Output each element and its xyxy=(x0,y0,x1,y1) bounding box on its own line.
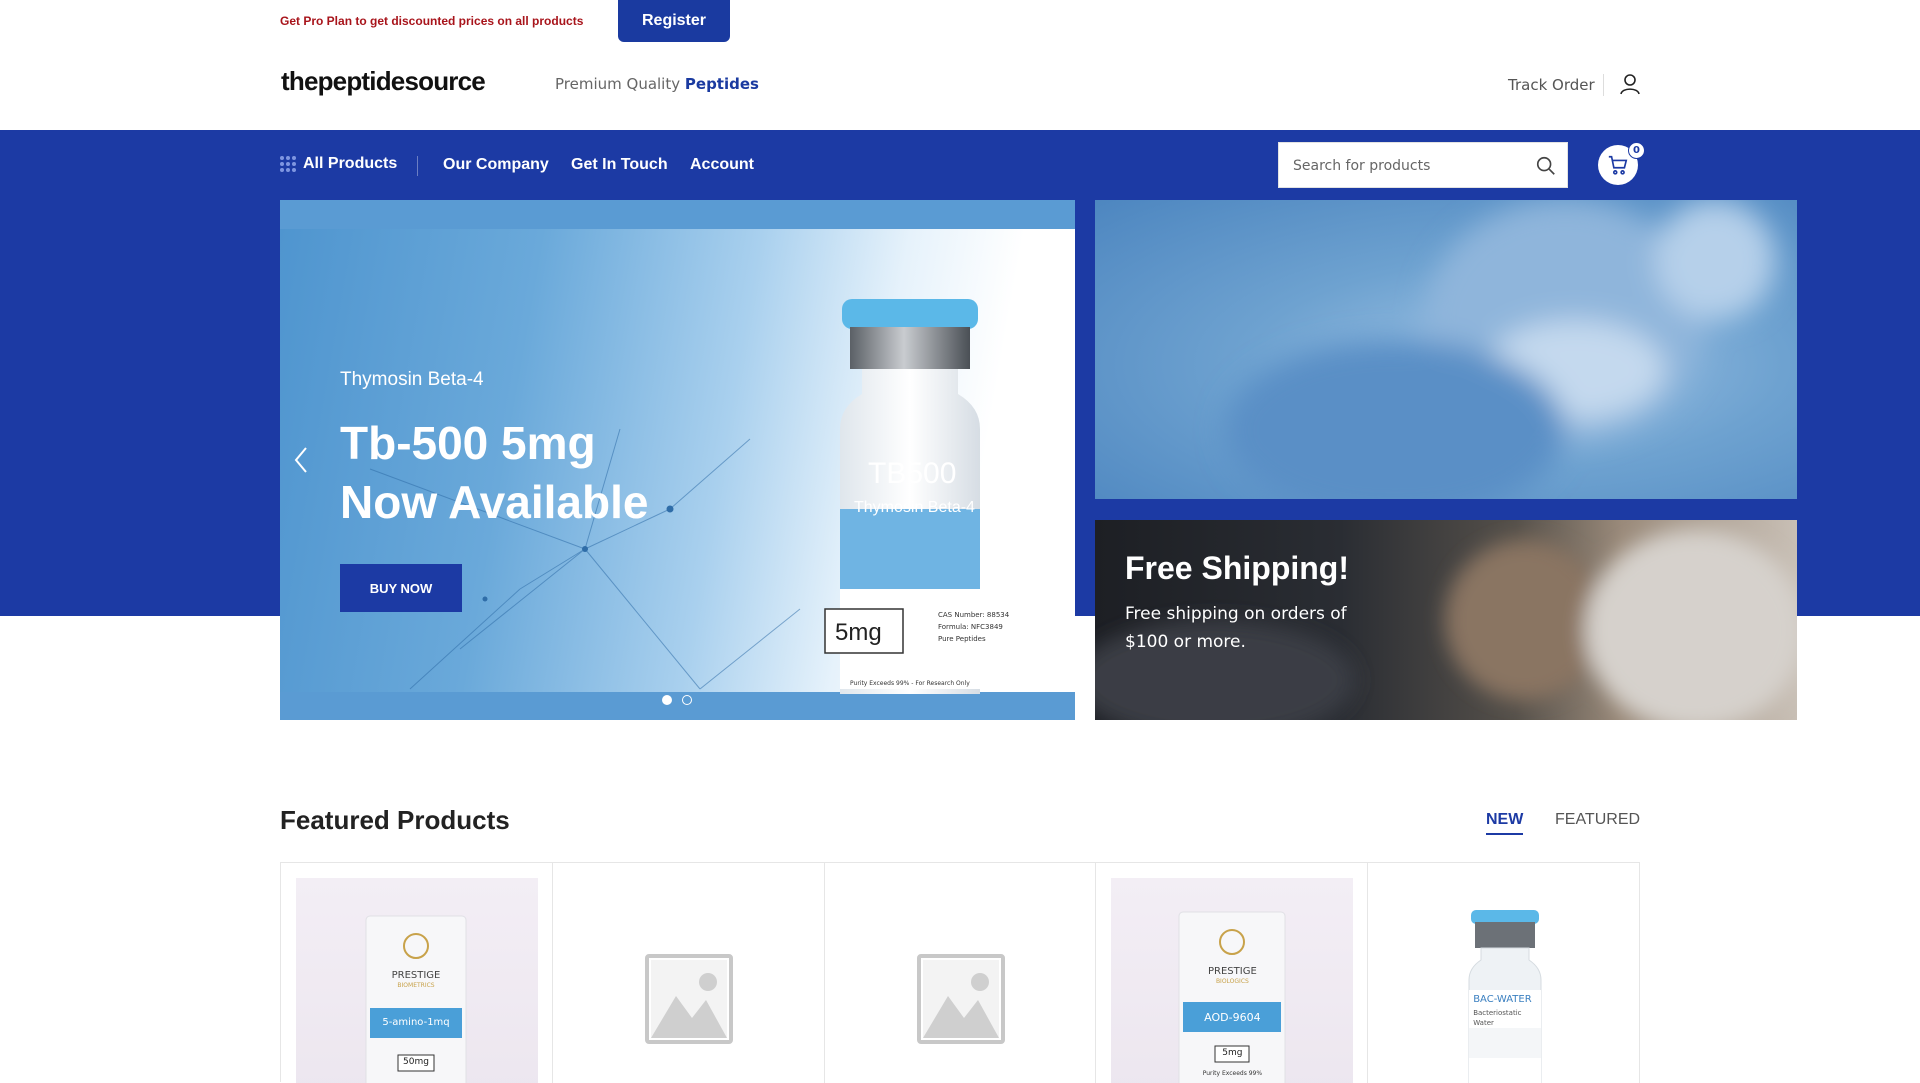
slider-prev-arrow-icon[interactable] xyxy=(292,445,312,475)
hero-subtitle: Thymosin Beta-4 xyxy=(340,369,484,390)
product-card[interactable] xyxy=(553,863,825,1083)
product-image: BAC-WATER Bacteriostatic Water xyxy=(1383,878,1625,1083)
promo-bar: Get Pro Plan to get discounted prices on… xyxy=(280,0,730,42)
featured-products-title: Featured Products xyxy=(280,805,510,835)
nav-get-in-touch[interactable]: Get In Touch xyxy=(571,156,668,174)
nav-account[interactable]: Account xyxy=(690,156,754,174)
product-brand-sub: BIOLOGICS xyxy=(1215,978,1249,985)
product-brand: PRESTIGE xyxy=(391,970,441,981)
product-label: BAC-WATER xyxy=(1473,994,1532,1005)
search-input[interactable] xyxy=(1293,156,1523,176)
slider-dot-1[interactable] xyxy=(662,695,672,705)
product-card[interactable]: PRESTIGE BIOLOGICS AOD-9604 5mg Purity E… xyxy=(1096,863,1369,1083)
product-grid: PRESTIGE BIOMETRICS 5-amino-1mq 50mg PRE… xyxy=(280,862,1640,1083)
shipping-title: Free Shipping! xyxy=(1125,550,1349,586)
buy-now-button[interactable]: BUY NOW xyxy=(340,564,462,612)
product-card[interactable]: BAC-WATER Bacteriostatic Water xyxy=(1368,863,1640,1083)
grid-dots-icon xyxy=(280,156,296,172)
vial-footer: Purity Exceeds 99% - For Research Only xyxy=(850,680,970,687)
nav-our-company[interactable]: Our Company xyxy=(443,156,549,174)
vial-brand-note: Pure Peptides xyxy=(938,635,986,643)
product-brand: PRESTIGE xyxy=(1208,966,1257,977)
register-button[interactable]: Register xyxy=(618,0,730,42)
track-order-link[interactable]: Track Order xyxy=(1508,76,1595,94)
image-placeholder-icon xyxy=(916,954,1005,1044)
product-label: 5-amino-1mq xyxy=(382,1017,450,1028)
image-placeholder-icon xyxy=(644,954,733,1044)
product-dose: 5mg xyxy=(1222,1048,1243,1058)
vial-name: TB500 xyxy=(868,457,957,490)
slider-pagination xyxy=(662,695,692,705)
hero-title-line2: Now Available xyxy=(340,476,649,528)
product-dose: 50mg xyxy=(403,1057,429,1067)
product-card[interactable] xyxy=(825,863,1097,1083)
vial-subname: Thymosin Beta-4 xyxy=(854,499,975,516)
user-account-icon[interactable] xyxy=(1618,72,1642,96)
hero-slide: Thymosin Beta-4 Tb-500 5mg Now Available… xyxy=(280,229,1075,694)
vial-specs: CAS Number: 88534 Formula: NFC3849 Pure … xyxy=(938,609,1009,645)
product-brand-sub: BIOMETRICS xyxy=(397,982,435,989)
hero-slider: Thymosin Beta-4 Tb-500 5mg Now Available… xyxy=(280,200,1075,720)
product-sub: Bacteriostatic Water xyxy=(1473,1009,1522,1027)
tab-new[interactable]: NEW xyxy=(1486,811,1524,835)
header-divider xyxy=(1603,74,1604,96)
product-image: PRESTIGE BIOLOGICS AOD-9604 5mg Purity E… xyxy=(1111,878,1354,1083)
vial-formula: Formula: NFC3849 xyxy=(938,623,1003,631)
search-icon[interactable] xyxy=(1535,155,1557,177)
shipping-text: Free shipping on orders of $100 or more. xyxy=(1125,604,1347,652)
slider-dot-2[interactable] xyxy=(682,695,692,705)
product-image: PRESTIGE BIOMETRICS 5-amino-1mq 50mg xyxy=(296,878,538,1083)
product-footer: Purity Exceeds 99% xyxy=(1202,1070,1263,1077)
vial-dose: 5mg xyxy=(835,619,882,646)
product-label: AOD-9604 xyxy=(1204,1011,1261,1024)
site-logo[interactable]: thepeptidesource xyxy=(281,66,486,97)
all-products-menu[interactable]: All Products xyxy=(280,155,397,173)
product-card[interactable]: PRESTIGE BIOMETRICS 5-amino-1mq 50mg xyxy=(281,863,553,1083)
all-products-label: All Products xyxy=(303,155,398,172)
scientist-image xyxy=(1225,200,1775,499)
nav-divider xyxy=(417,156,418,176)
tagline-highlight: Peptides xyxy=(684,75,759,93)
cart-count-badge: 0 xyxy=(1628,142,1645,159)
tab-featured[interactable]: FEATURED xyxy=(1555,811,1640,829)
free-shipping-banner[interactable]: Free Shipping! Free shipping on orders o… xyxy=(1095,520,1797,720)
promo-text: Get Pro Plan to get discounted prices on… xyxy=(280,14,584,28)
search-box xyxy=(1278,142,1568,188)
hero-title: Tb-500 5mg Now Available xyxy=(340,414,648,532)
vial-cas: CAS Number: 88534 xyxy=(938,611,1010,619)
tagline-prefix: Premium Quality xyxy=(555,75,681,93)
lab-scientist-banner[interactable] xyxy=(1095,200,1797,499)
hero-title-line1: Tb-500 5mg xyxy=(340,417,596,469)
cart-icon xyxy=(1608,155,1628,175)
tagline: Premium Quality Peptides xyxy=(555,75,759,93)
